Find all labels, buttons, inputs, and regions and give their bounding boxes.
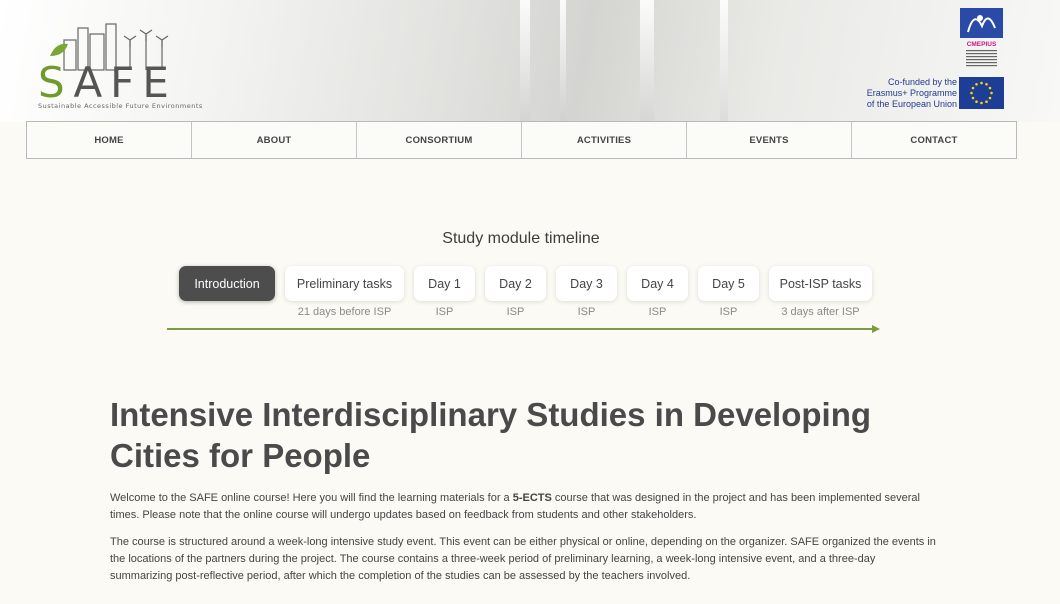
- timeline-step-post-isp[interactable]: Post-ISP tasks: [769, 266, 872, 301]
- timeline-step-subtitle: ISP: [435, 306, 454, 318]
- timeline-step-day2[interactable]: Day 2: [485, 266, 546, 301]
- intro-paragraph: Welcome to the SAFE online course! Here …: [110, 490, 940, 524]
- timeline-title: Study module timeline: [442, 230, 600, 247]
- nav-about[interactable]: ABOUT: [192, 122, 357, 158]
- nav-consortium[interactable]: CONSORTIUM: [357, 122, 522, 158]
- timeline-step-day5[interactable]: Day 5: [698, 266, 759, 301]
- site-header: SAFE Sustainable Accessible Future Envir…: [0, 0, 1060, 122]
- timeline-step-subtitle: ISP: [648, 306, 667, 318]
- logo-tagline: Sustainable Accessible Future Environmen…: [38, 102, 203, 110]
- structure-paragraph: The course is structured around a week-l…: [110, 536, 936, 582]
- header-decor: [720, 0, 728, 122]
- erasmus-line: Co-funded by the: [887, 77, 957, 87]
- main-nav: HOME ABOUT CONSORTIUM ACTIVITIES EVENTS …: [26, 121, 1017, 159]
- cmepius-logo: CMEPIUS: [960, 8, 1003, 67]
- erasmus-cofunded-text: Co-funded by the Erasmus+ Programme of t…: [842, 77, 957, 110]
- intro-text: Welcome to the SAFE online course! Here …: [110, 492, 513, 504]
- timeline-step-subtitle: ISP: [506, 306, 525, 318]
- timeline-step-subtitle: ISP: [719, 306, 738, 318]
- timeline-step-day1[interactable]: Day 1: [414, 266, 475, 301]
- logo-wordmark: SAFE: [38, 58, 177, 107]
- erasmus-line: of the European Union: [866, 99, 957, 109]
- page-title: Intensive Interdisciplinary Studies in D…: [110, 396, 872, 474]
- timeline-step-introduction[interactable]: Introduction: [179, 266, 275, 301]
- header-decor: [640, 0, 654, 122]
- nav-activities[interactable]: ACTIVITIES: [522, 122, 687, 158]
- header-decor: [520, 0, 530, 122]
- nav-events[interactable]: EVENTS: [687, 122, 852, 158]
- timeline-step-subtitle: 21 days before ISP: [297, 306, 392, 318]
- header-decor: [560, 0, 566, 122]
- ects-highlight: 5-ECTS: [512, 492, 552, 504]
- nav-contact[interactable]: CONTACT: [852, 122, 1016, 158]
- arrow-right-icon: [872, 325, 880, 333]
- eu-flag-icon: [959, 77, 1004, 109]
- nav-home[interactable]: HOME: [27, 122, 192, 158]
- timeline-step-subtitle: ISP: [577, 306, 596, 318]
- timeline-step-subtitle: 3 days after ISP: [781, 306, 860, 318]
- safe-logo[interactable]: SAFE Sustainable Accessible Future Envir…: [34, 18, 202, 114]
- timeline-step-day4[interactable]: Day 4: [627, 266, 688, 301]
- timeline-step-day3[interactable]: Day 3: [556, 266, 617, 301]
- timeline-step-preliminary[interactable]: Preliminary tasks: [285, 266, 404, 301]
- erasmus-line: Erasmus+ Programme: [866, 88, 957, 98]
- timeline-arrow-line: [167, 328, 873, 330]
- cmepius-label: CMEPIUS: [967, 41, 997, 48]
